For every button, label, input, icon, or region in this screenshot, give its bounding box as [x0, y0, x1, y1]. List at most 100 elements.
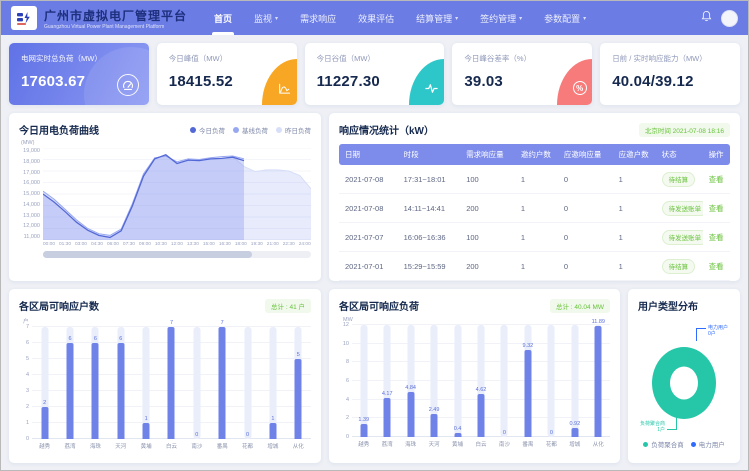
legend-dot — [691, 442, 696, 447]
bar-category-label: 从化 — [286, 442, 311, 450]
datazoom-slider[interactable] — [43, 251, 311, 258]
bar-fill — [407, 392, 414, 437]
bar-category-label: 白云 — [159, 442, 184, 450]
app-title: 广州市虚拟电厂管理平台 — [44, 7, 187, 24]
table-cell: 0 — [558, 165, 613, 194]
nav-item[interactable]: 首页 — [203, 1, 243, 35]
bar-value-label: 7 — [153, 320, 190, 326]
donut-hole — [670, 367, 698, 400]
legend-dot — [643, 442, 648, 447]
bar-category-label: 越秀 — [32, 442, 57, 450]
donut-chart: 电力用户 0户 负荷聚合商 1户 — [638, 317, 730, 435]
column-header: 需求响应量 — [460, 144, 515, 165]
x-tick-label: 09:00 — [139, 242, 151, 247]
table-cell: 15:29~15:59 — [398, 252, 461, 281]
kpi-card: 电网实时总负荷（MW）17603.67 — [9, 43, 149, 105]
kpi-card: 日前 / 实时响应能力（MW）40.04/39.12 — [600, 43, 740, 105]
donut-ring — [652, 347, 716, 419]
legend-item[interactable]: 电力用户 — [691, 439, 725, 449]
legend-item[interactable]: 昨日负荷 — [276, 125, 311, 135]
bar-value-label: 7 — [204, 320, 241, 326]
status-badge: 待结算 — [662, 172, 696, 187]
view-link[interactable]: 查看 — [709, 262, 724, 271]
bar-fill — [41, 407, 48, 439]
column-header: 应邀户数 — [613, 144, 656, 165]
peak-icon — [262, 59, 297, 105]
bar-track — [571, 325, 578, 437]
table-cell: 100 — [460, 223, 515, 252]
nav-item-label: 结算管理 — [416, 12, 452, 25]
view-link[interactable]: 查看 — [709, 233, 724, 242]
beijing-time-badge: 北京时间 2021-07-08 18:16 — [639, 123, 730, 137]
nav-item[interactable]: 参数配置▾ — [533, 1, 597, 35]
table-cell: 1 — [515, 252, 558, 281]
legend-item[interactable]: 今日负荷 — [190, 125, 225, 135]
donut-callout-power-users: 电力用户 0户 — [708, 325, 728, 337]
nav-item-label: 参数配置 — [544, 12, 580, 25]
user-avatar[interactable] — [721, 10, 738, 27]
nav-item[interactable]: 签约管理▾ — [469, 1, 533, 35]
bar: 9.32 — [516, 325, 539, 437]
action-cell: 查看 — [703, 223, 730, 252]
bar-fill — [168, 327, 175, 439]
bar1-x-labels: 越秀荔湾海珠天河黄埔白云南沙番禺花都增城从化 — [32, 442, 311, 450]
chevron-down-icon: ▾ — [519, 15, 522, 22]
table-cell: 2021-07-01 — [339, 252, 398, 281]
app-window: 广州市虚拟电厂管理平台 Guangzhou Virtual Power Plan… — [0, 0, 749, 471]
x-tick-label: 24:00 — [299, 242, 311, 247]
view-link[interactable]: 查看 — [709, 175, 724, 184]
bar-category-label: 从化 — [587, 440, 610, 448]
status-badge: 待发送账单 — [662, 230, 703, 245]
y-tick-label: 4 — [26, 372, 29, 378]
legend-label: 负荷聚合商 — [651, 439, 684, 449]
bar-fill — [117, 343, 124, 439]
legend-item[interactable]: 基线负荷 — [233, 125, 268, 135]
y-tick-label: 5 — [26, 356, 29, 362]
status-cell: 待发送账单 — [656, 223, 703, 252]
notification-bell-icon[interactable] — [701, 9, 712, 27]
bar-fill — [269, 423, 276, 439]
bar-category-label: 白云 — [469, 440, 492, 448]
y-tick-label: 14,000 — [23, 202, 40, 208]
nav-item[interactable]: 效果评估 — [347, 1, 405, 35]
bar-category-label: 海珠 — [399, 440, 422, 448]
x-tick-label: 07:30 — [123, 242, 135, 247]
bar: 7 — [159, 327, 184, 439]
y-tick-label: 10 — [343, 341, 349, 347]
gauge-icon — [117, 74, 139, 96]
bar-category-label: 南沙 — [184, 442, 209, 450]
panel-load-curve: 今日用电负荷曲线 今日负荷基线负荷昨日负荷 (MW) 19,00018,0001… — [9, 113, 321, 281]
logo — [11, 6, 37, 30]
legend-item[interactable]: 负荷聚合商 — [643, 439, 684, 449]
power-bolt-icon — [16, 10, 32, 26]
nav-item[interactable]: 需求响应 — [289, 1, 347, 35]
bar2-total-badge: 总计 : 40.04 MW — [550, 299, 610, 313]
nav-item[interactable]: 结算管理▾ — [405, 1, 469, 35]
bar1-y-labels: 01234567 — [19, 327, 32, 439]
column-header: 日期 — [339, 144, 398, 165]
y-tick-label: 1 — [26, 420, 29, 426]
table-row: 2021-07-0817:31~18:01100101待结算查看 — [339, 165, 730, 194]
nav-item[interactable]: 监视▾ — [243, 1, 289, 35]
kpi-card: 今日峰值（MW）18415.52 — [157, 43, 297, 105]
view-link[interactable]: 查看 — [709, 204, 724, 213]
table-cell: 1 — [613, 165, 656, 194]
kpi-label: 电网实时总负荷（MW） — [21, 53, 137, 64]
table-cell: 14:11~14:41 — [398, 194, 461, 223]
y-tick-label: 11,000 — [24, 234, 40, 240]
y-tick-label: 6 — [26, 340, 29, 346]
x-tick-label: 19:30 — [251, 242, 263, 247]
bar-category-label: 增城 — [260, 442, 285, 450]
panel-user-type-distribution: 用户类型分布 电力用户 0户 负荷聚合商 1户 — [628, 289, 740, 463]
kpi-row: 电网实时总负荷（MW）17603.67今日峰值（MW）18415.52今日谷值（… — [9, 43, 740, 105]
bar-value-label: 11.89 — [581, 319, 616, 325]
y-tick-label: 15,000 — [23, 191, 40, 197]
x-tick-label: 12:00 — [171, 242, 183, 247]
datazoom-handle[interactable] — [43, 251, 252, 258]
bar: 2 — [32, 327, 57, 439]
column-header: 时段 — [398, 144, 461, 165]
bar: 1.39 — [352, 325, 375, 437]
table-cell: 1 — [515, 165, 558, 194]
bar-track — [548, 325, 555, 437]
bar: 1 — [133, 327, 158, 439]
